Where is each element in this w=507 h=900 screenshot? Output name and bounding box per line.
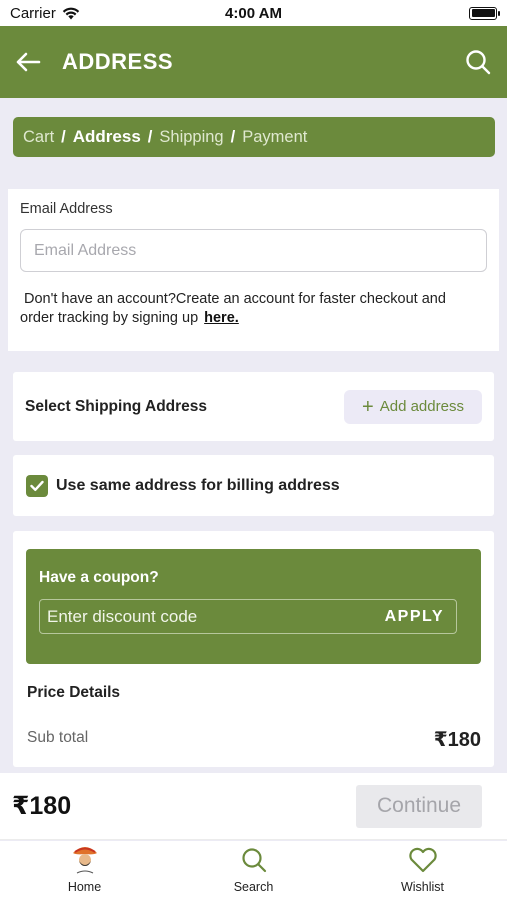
coupon-title: Have a coupon? — [39, 569, 159, 586]
account-note-line2-wrap: order tracking by signing up here. — [20, 309, 487, 328]
tab-home[interactable]: Home — [0, 841, 169, 900]
checkout-bar: ₹180 Continue — [0, 773, 507, 840]
add-address-button[interactable]: + Add address — [344, 389, 482, 424]
app-bar: ADDRESS — [0, 26, 507, 98]
home-logo-icon — [70, 843, 100, 877]
add-address-label: Add address — [379, 398, 464, 415]
tab-search-label: Search — [233, 880, 274, 894]
back-button[interactable] — [14, 48, 42, 76]
tab-wishlist-label: Wishlist — [400, 880, 445, 894]
billing-card: Use same address for billing address — [13, 455, 494, 516]
email-label: Email Address — [20, 201, 113, 217]
breadcrumb-separator: / — [230, 127, 236, 146]
account-note-line2: order tracking by signing up — [20, 310, 199, 326]
status-bar: Carrier 4:00 AM — [0, 0, 507, 26]
subtotal-value: ₹180 — [433, 729, 481, 751]
coupon-box: Have a coupon? APPLY — [26, 549, 481, 664]
battery-icon — [469, 6, 500, 20]
breadcrumb: Cart / Address / Shipping / Payment — [13, 117, 495, 157]
heart-icon — [408, 847, 437, 873]
price-details-heading: Price Details — [27, 684, 121, 701]
shipping-address-card: Select Shipping Address + Add address — [13, 372, 494, 441]
shipping-address-title: Select Shipping Address — [25, 397, 208, 415]
total-amount: ₹180 — [12, 792, 72, 820]
tab-wishlist[interactable]: Wishlist — [338, 841, 507, 900]
same-billing-label: Use same address for billing address — [56, 476, 340, 494]
status-left: Carrier — [10, 5, 80, 22]
breadcrumb-cart[interactable]: Cart — [23, 128, 54, 147]
search-icon — [466, 50, 491, 75]
breadcrumb-address[interactable]: Address — [73, 127, 141, 147]
search-button[interactable] — [463, 47, 493, 77]
breadcrumb-payment[interactable]: Payment — [242, 128, 307, 147]
order-summary-card: Have a coupon? APPLY Price Details Sub t… — [13, 531, 494, 767]
signup-link[interactable]: here. — [204, 310, 239, 326]
tab-bar: Home Search Wishlist — [0, 841, 507, 900]
continue-button[interactable]: Continue — [356, 784, 482, 828]
discount-code-input[interactable] — [47, 606, 347, 627]
search-icon — [241, 848, 266, 873]
wifi-icon — [62, 7, 80, 19]
coupon-field: APPLY — [39, 599, 457, 634]
subtotal-label: Sub total — [27, 729, 89, 746]
tab-home-label: Home — [67, 880, 102, 894]
check-icon — [30, 480, 44, 491]
breadcrumb-separator: / — [147, 127, 153, 146]
account-note: Don't have an account?Create an account … — [20, 290, 487, 328]
plus-icon: + — [362, 395, 374, 418]
carrier-label: Carrier — [10, 4, 56, 22]
account-note-line1: Don't have an account?Create an account … — [24, 291, 446, 307]
email-card: Email Address Don't have an account?Crea… — [8, 189, 499, 351]
tab-search[interactable]: Search — [169, 841, 338, 900]
page-title: ADDRESS — [62, 49, 174, 74]
apply-button[interactable]: APPLY — [385, 608, 444, 626]
email-field[interactable] — [20, 229, 487, 272]
arrow-left-icon — [16, 52, 41, 72]
same-billing-checkbox[interactable] — [26, 474, 48, 497]
breadcrumb-separator: / — [61, 127, 66, 146]
breadcrumb-shipping[interactable]: Shipping — [159, 128, 223, 147]
